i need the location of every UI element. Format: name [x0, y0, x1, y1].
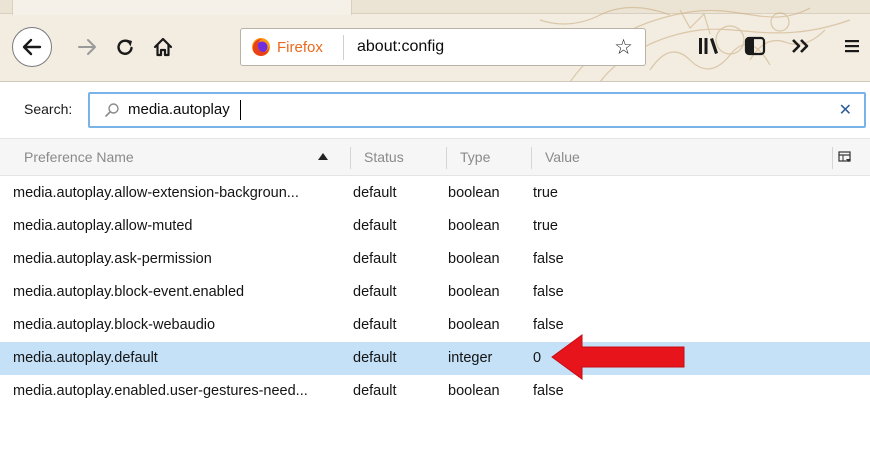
- back-button[interactable]: [12, 27, 52, 67]
- overflow-menu-icon: [792, 39, 809, 53]
- search-label: Search:: [24, 101, 73, 117]
- library-button[interactable]: [694, 32, 724, 60]
- preference-name: media.autoplay.allow-muted: [13, 218, 193, 234]
- table-row[interactable]: media.autoplay.allow-muted default boole…: [0, 210, 870, 243]
- table-header: Preference Name Status Type Value: [0, 138, 870, 176]
- reload-button[interactable]: [108, 30, 142, 64]
- url-bar[interactable]: Firefox about:config ☆: [240, 28, 646, 66]
- preference-name: media.autoplay.enabled.user-gestures-nee…: [13, 383, 308, 399]
- home-icon: [153, 37, 173, 57]
- back-icon: [22, 38, 42, 56]
- column-picker-icon[interactable]: [838, 150, 852, 164]
- red-pointer-arrow-icon: [551, 334, 685, 380]
- search-icon: [105, 103, 119, 117]
- hamburger-menu-button[interactable]: [838, 32, 866, 60]
- search-row: Search: media.autoplay ✕: [0, 83, 870, 137]
- hamburger-menu-icon: [845, 40, 859, 53]
- home-button[interactable]: [146, 30, 180, 64]
- url-text[interactable]: about:config: [357, 38, 444, 56]
- preference-name: media.autoplay.allow-extension-backgroun…: [13, 185, 299, 201]
- column-header-type[interactable]: Type: [460, 149, 490, 165]
- sidebar-button[interactable]: [740, 32, 770, 60]
- preference-status: default: [353, 350, 397, 366]
- identity-label: Firefox: [277, 38, 323, 56]
- preference-name: media.autoplay.ask-permission: [13, 251, 212, 267]
- preference-status: default: [353, 317, 397, 333]
- preference-value: true: [533, 185, 558, 201]
- table-row[interactable]: media.autoplay.ask-permission default bo…: [0, 243, 870, 276]
- sort-ascending-icon: [318, 153, 328, 160]
- preference-status: default: [353, 284, 397, 300]
- preference-value: false: [533, 383, 564, 399]
- reload-icon: [117, 39, 133, 55]
- preference-value: 0: [533, 350, 542, 366]
- navigation-toolbar: Firefox about:config ☆: [0, 0, 870, 82]
- preference-name: media.autoplay.default: [13, 350, 158, 366]
- library-icon: [699, 38, 718, 54]
- identity-separator: [343, 35, 344, 60]
- preference-type: integer: [448, 350, 493, 366]
- preference-value: true: [533, 218, 558, 234]
- forward-button[interactable]: [70, 30, 104, 64]
- preference-status: default: [353, 383, 397, 399]
- column-header-value[interactable]: Value: [545, 149, 580, 165]
- preference-status: default: [353, 251, 397, 267]
- column-header-preference-name[interactable]: Preference Name: [24, 149, 134, 165]
- preference-type: boolean: [448, 317, 500, 333]
- preferences-list: media.autoplay.allow-extension-backgroun…: [0, 177, 870, 408]
- preference-value: false: [533, 251, 564, 267]
- preference-value: false: [533, 317, 564, 333]
- preference-type: boolean: [448, 284, 500, 300]
- preference-name: media.autoplay.block-event.enabled: [13, 284, 245, 300]
- column-divider[interactable]: [832, 147, 833, 169]
- selected-tab-edge[interactable]: [12, 0, 352, 15]
- identity-box[interactable]: Firefox: [251, 37, 323, 57]
- preference-type: boolean: [448, 383, 500, 399]
- preference-type: boolean: [448, 218, 500, 234]
- search-value[interactable]: media.autoplay: [128, 101, 230, 118]
- column-header-status[interactable]: Status: [364, 149, 404, 165]
- text-caret: [240, 100, 241, 120]
- forward-icon: [78, 39, 96, 55]
- firefox-logo-icon: [252, 38, 270, 56]
- preference-type: boolean: [448, 251, 500, 267]
- sidebar-icon: [744, 36, 766, 56]
- preference-value: false: [533, 284, 564, 300]
- clear-search-icon[interactable]: ✕: [839, 100, 852, 120]
- overflow-menu-button[interactable]: [786, 32, 816, 60]
- bookmark-star-icon[interactable]: ☆: [614, 35, 633, 60]
- preference-status: default: [353, 185, 397, 201]
- column-divider[interactable]: [350, 147, 351, 169]
- column-divider[interactable]: [446, 147, 447, 169]
- table-row[interactable]: media.autoplay.block-event.enabled defau…: [0, 276, 870, 309]
- search-input[interactable]: media.autoplay ✕: [88, 92, 866, 128]
- table-row[interactable]: media.autoplay.block-webaudio default bo…: [0, 309, 870, 342]
- table-row[interactable]: media.autoplay.enabled.user-gestures-nee…: [0, 375, 870, 408]
- column-divider[interactable]: [531, 147, 532, 169]
- table-row[interactable]: media.autoplay.allow-extension-backgroun…: [0, 177, 870, 210]
- preference-status: default: [353, 218, 397, 234]
- preference-name: media.autoplay.block-webaudio: [13, 317, 216, 333]
- table-row-selected[interactable]: media.autoplay.default default integer 0: [0, 342, 870, 375]
- preference-type: boolean: [448, 185, 500, 201]
